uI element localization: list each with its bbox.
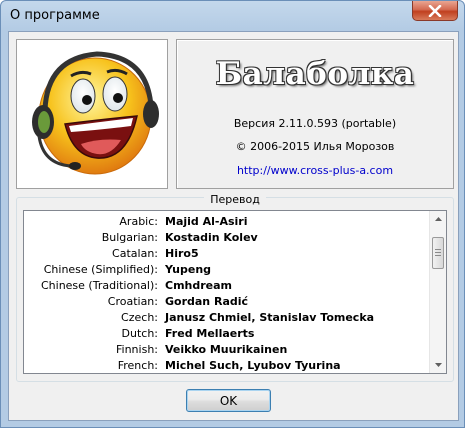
language-label: Czech: bbox=[121, 311, 158, 324]
ok-button[interactable]: OK bbox=[186, 389, 271, 412]
list-item: French: Michel Such, Lyubov Tyurina bbox=[24, 357, 429, 373]
list-item: Arabic: Majid Al-Asiri bbox=[24, 213, 429, 229]
language-label: Finnish: bbox=[116, 343, 158, 356]
language-label: Arabic: bbox=[119, 215, 158, 228]
language-label: Croatian: bbox=[107, 295, 158, 308]
version-text: Версия 2.11.0.593 (portable) bbox=[233, 117, 397, 130]
about-dialog: О программе Балаболка Версия 2.11.0.593 … bbox=[0, 0, 465, 428]
language-label: Catalan: bbox=[112, 247, 158, 260]
window-title: О программе bbox=[10, 8, 100, 23]
translator-name: Veikko Muurikainen bbox=[165, 343, 288, 356]
translator-name: Gordan Radić bbox=[165, 295, 249, 308]
list-item: Croatian: Gordan Radić bbox=[24, 293, 429, 309]
translator-name: Fred Mellaerts bbox=[165, 327, 255, 340]
dialog-client-area: Балаболка Версия 2.11.0.593 (portable) ©… bbox=[8, 31, 459, 421]
title-bar[interactable]: О программе bbox=[1, 1, 464, 31]
translation-group-label: Перевод bbox=[204, 193, 266, 206]
language-label: Chinese (Traditional): bbox=[40, 279, 158, 292]
scrollbar-thumb[interactable] bbox=[432, 237, 444, 269]
app-info-panel: Балаболка Версия 2.11.0.593 (portable) ©… bbox=[176, 39, 454, 189]
list-item: Dutch: Fred Mellaerts bbox=[24, 325, 429, 341]
website-link[interactable]: http://www.cross-plus-a.com bbox=[177, 164, 453, 177]
smiley-logo-icon bbox=[32, 51, 159, 175]
language-label: Dutch: bbox=[121, 327, 158, 340]
list-item: Bulgarian: Kostadin Kolev bbox=[24, 229, 429, 245]
list-item: Czech: Janusz Chmiel, Stanislav Tomecka bbox=[24, 309, 429, 325]
translator-name: Janusz Chmiel, Stanislav Tomecka bbox=[165, 311, 375, 324]
app-name-title: Балаболка bbox=[215, 56, 415, 92]
translators-list[interactable]: Arabic: Majid Al-Asiri Bulgarian: Kostadin… bbox=[23, 210, 447, 374]
scroll-up-arrow-icon bbox=[434, 217, 442, 221]
translator-name: Hiro5 bbox=[165, 247, 199, 260]
translation-group: Перевод Arabic: Majid Al-Asiri Bulgarian:… bbox=[16, 193, 454, 382]
vertical-scrollbar[interactable] bbox=[429, 211, 446, 373]
language-label: Bulgarian: bbox=[101, 231, 158, 244]
translator-name: Michel Such, Lyubov Tyurina bbox=[165, 359, 341, 372]
list-item: Catalan: Hiro5 bbox=[24, 245, 429, 261]
scroll-down-button[interactable] bbox=[430, 357, 446, 373]
list-item: Finnish: Veikko Muurikainen bbox=[24, 341, 429, 357]
language-label: French: bbox=[117, 359, 158, 372]
list-item: Chinese (Simplified): Yupeng bbox=[24, 261, 429, 277]
list-item: Chinese (Traditional): Cmhdream bbox=[24, 277, 429, 293]
close-icon bbox=[428, 4, 442, 17]
translator-name: Yupeng bbox=[165, 263, 212, 276]
app-logo bbox=[16, 39, 168, 189]
scroll-up-button[interactable] bbox=[430, 211, 446, 227]
close-button[interactable] bbox=[412, 1, 458, 21]
scroll-down-arrow-icon bbox=[434, 363, 442, 367]
translator-name: Majid Al-Asiri bbox=[165, 215, 248, 228]
copyright-text: © 2006-2015 Илья Морозов bbox=[235, 140, 395, 153]
language-label: Chinese (Simplified): bbox=[43, 263, 158, 276]
translator-name: Kostadin Kolev bbox=[165, 231, 258, 244]
translator-name: Cmhdream bbox=[165, 279, 233, 292]
